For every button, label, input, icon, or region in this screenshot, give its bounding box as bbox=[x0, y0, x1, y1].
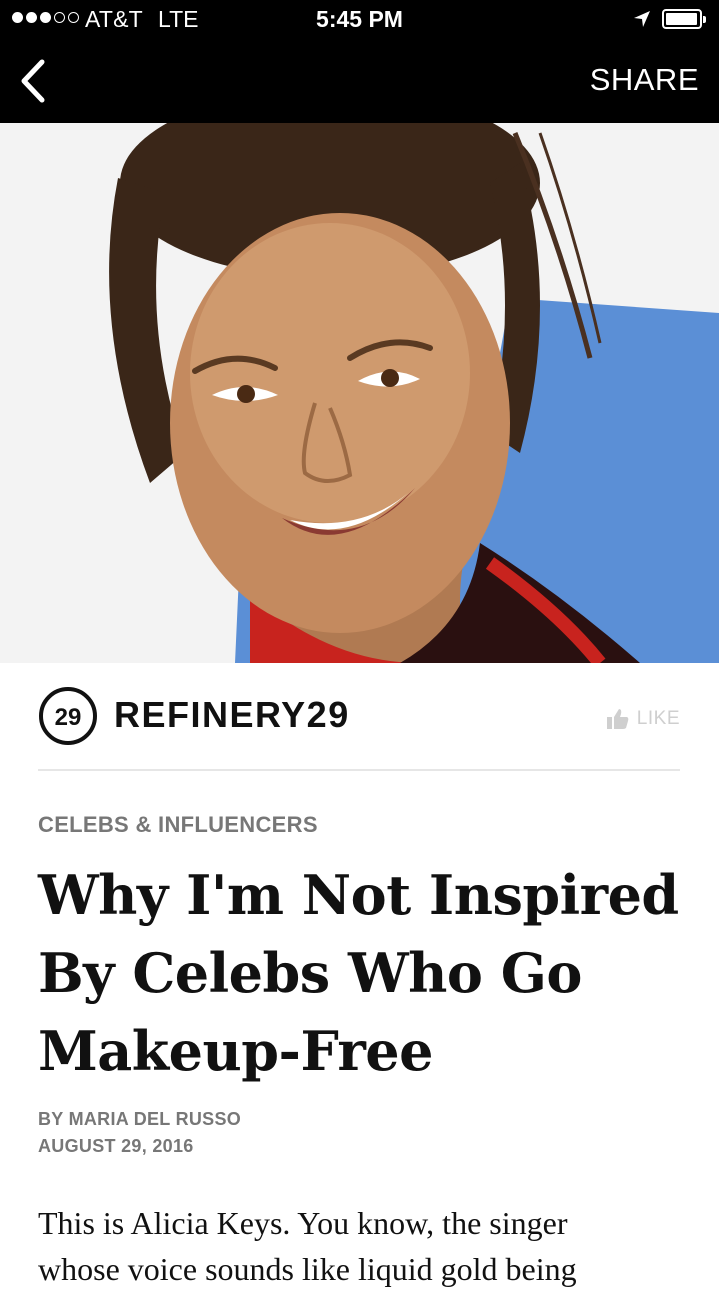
publisher-row: 29 REFINERY29 LIKE bbox=[38, 686, 680, 748]
author-byline: BY MARIA DEL RUSSO bbox=[38, 1109, 242, 1129]
back-chevron-icon[interactable] bbox=[14, 56, 54, 106]
svg-text:29: 29 bbox=[55, 704, 82, 731]
title-line: Why I'm Not Inspired bbox=[38, 863, 679, 927]
article-meta: BY MARIA DEL RUSSO AUGUST 29, 2016 bbox=[38, 1106, 241, 1160]
body-line: whose voice sounds like liquid gold bein… bbox=[38, 1251, 577, 1287]
status-time: 5:45 PM bbox=[316, 6, 403, 32]
title-line: By Celebs Who Go bbox=[38, 941, 582, 1005]
article-body: This is Alicia Keys. You know, the singe… bbox=[38, 1200, 698, 1292]
refinery29-logo-icon: 29 bbox=[39, 687, 97, 745]
like-label: LIKE bbox=[636, 708, 680, 729]
location-arrow-icon bbox=[634, 11, 650, 27]
thumbs-up-icon bbox=[606, 709, 629, 729]
hero-image bbox=[0, 123, 719, 663]
article-category[interactable]: CELEBS & INFLUENCERS bbox=[38, 812, 318, 838]
title-line: Makeup-Free bbox=[38, 1019, 434, 1083]
article-title: Why I'm Not Inspired By Celebs Who Go Ma… bbox=[38, 856, 688, 1090]
like-button[interactable]: LIKE bbox=[606, 708, 680, 730]
battery-icon bbox=[662, 9, 706, 29]
status-bar: AT&T LTE 5:45 PM bbox=[0, 0, 719, 40]
app-header: AT&T LTE 5:45 PM SHARE bbox=[0, 0, 719, 123]
body-line: This is Alicia Keys. You know, the singe… bbox=[38, 1205, 568, 1241]
share-button[interactable]: SHARE bbox=[590, 62, 699, 98]
publish-date: AUGUST 29, 2016 bbox=[38, 1136, 194, 1156]
divider bbox=[38, 769, 680, 771]
publisher-name: REFINERY29 bbox=[114, 694, 350, 735]
